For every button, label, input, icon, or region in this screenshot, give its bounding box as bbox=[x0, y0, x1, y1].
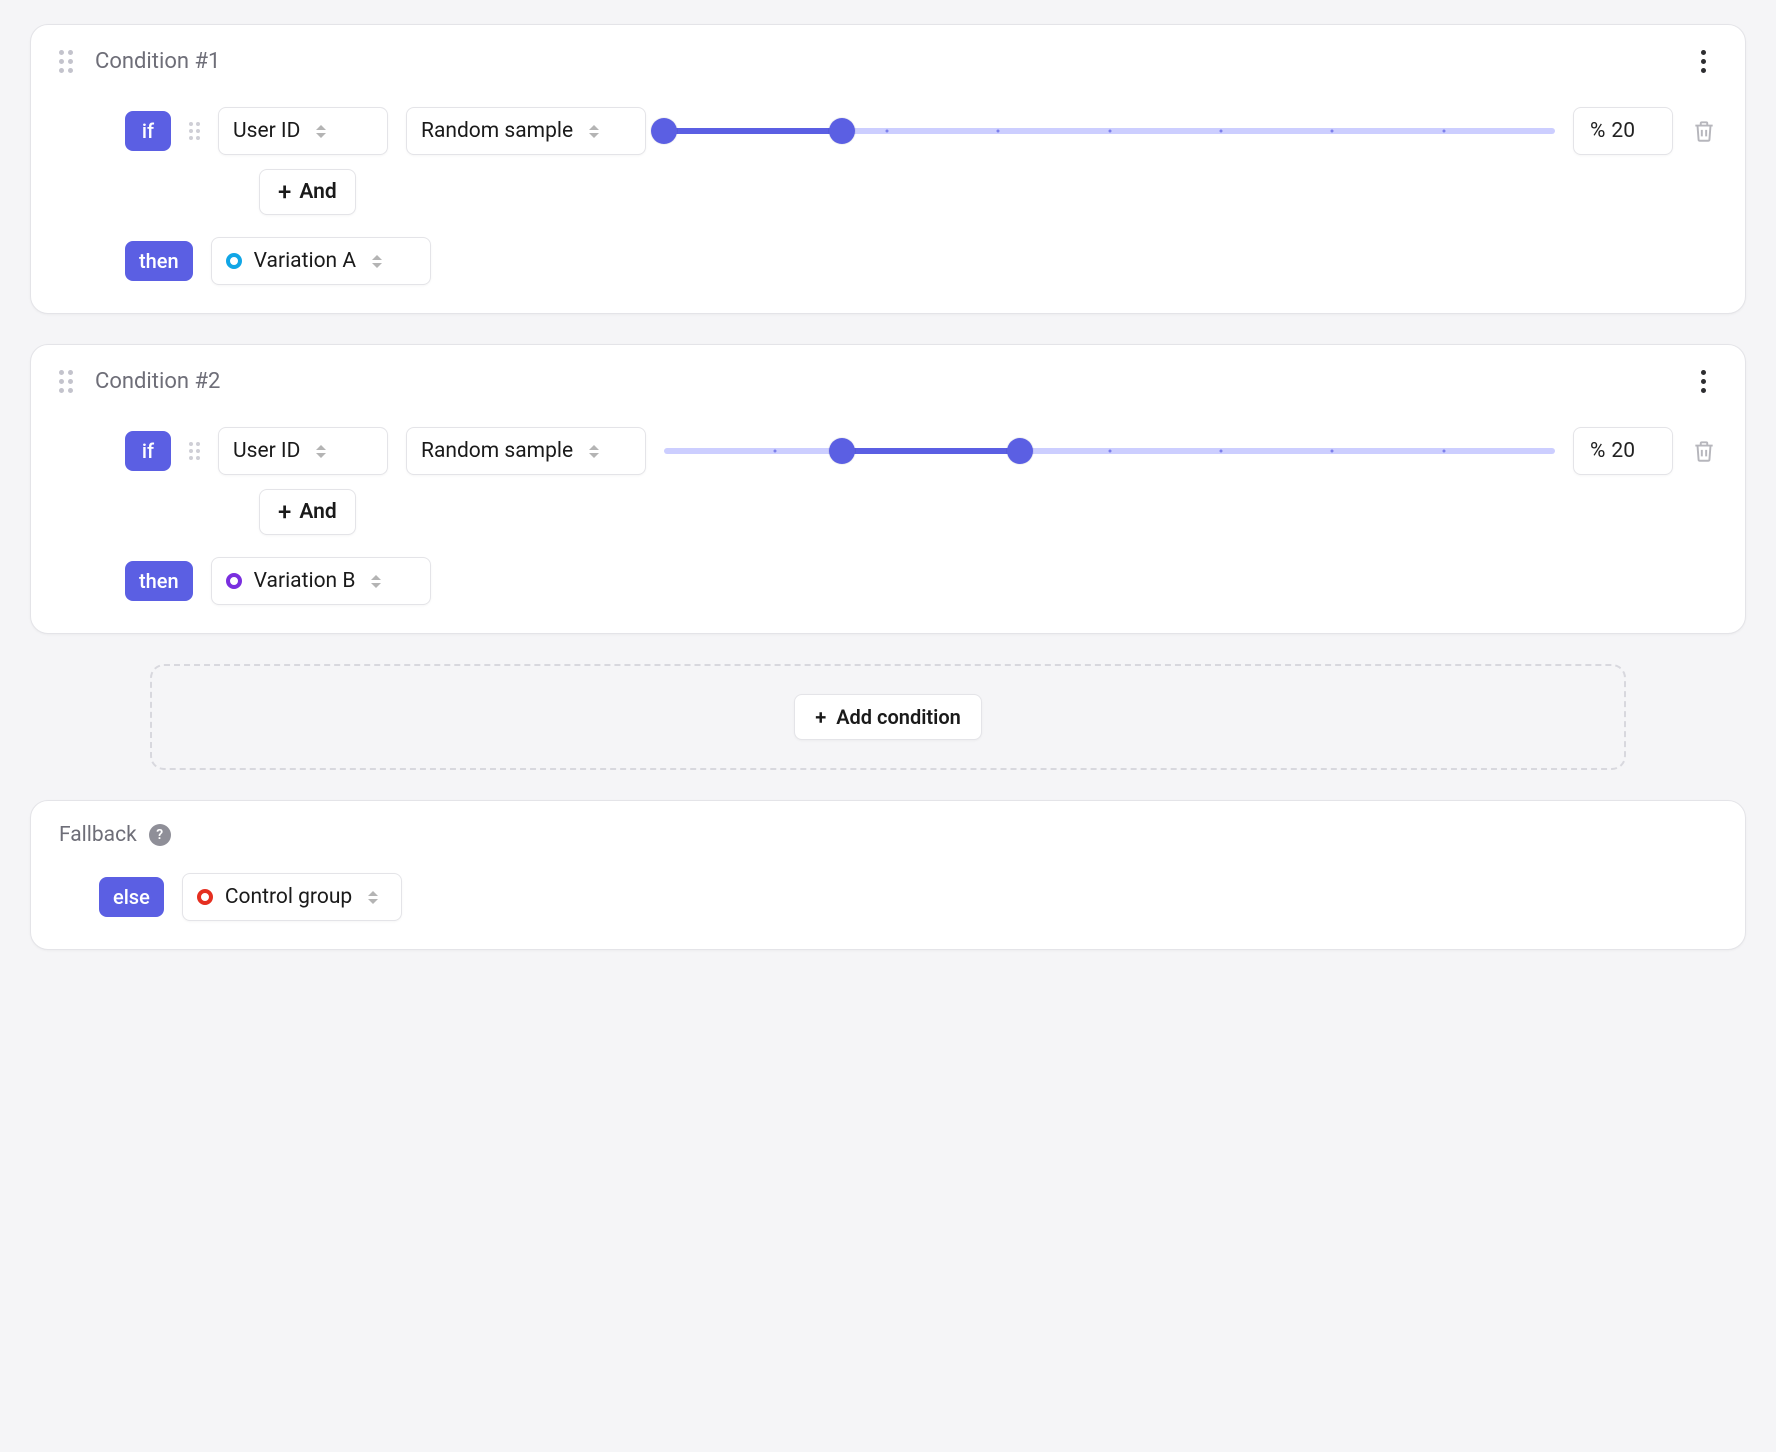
condition-header: Condition #2 bbox=[59, 367, 1717, 395]
range-handle-end[interactable] bbox=[829, 118, 855, 144]
range-handle-start[interactable] bbox=[829, 438, 855, 464]
chevron-updown-icon bbox=[589, 445, 599, 458]
range-handle-start[interactable] bbox=[651, 118, 677, 144]
condition-title: Condition #2 bbox=[95, 369, 220, 394]
fallback-title: Fallback bbox=[59, 823, 137, 847]
operator-select[interactable]: Random sample bbox=[406, 107, 646, 155]
variation-select[interactable]: Control group bbox=[182, 873, 402, 921]
condition-card: Condition #2 if User ID Random sample bbox=[30, 344, 1746, 634]
percent-prefix: % bbox=[1590, 119, 1605, 143]
attribute-label: User ID bbox=[233, 439, 300, 463]
variation-color-icon bbox=[226, 573, 242, 589]
add-and-label: And bbox=[299, 500, 336, 524]
operator-select[interactable]: Random sample bbox=[406, 427, 646, 475]
condition-title: Condition #1 bbox=[95, 49, 220, 74]
condition-card: Condition #1 if User ID Random sample bbox=[30, 24, 1746, 314]
chevron-updown-icon bbox=[368, 891, 378, 904]
percent-input[interactable]: % 20 bbox=[1573, 427, 1673, 475]
help-icon[interactable]: ? bbox=[149, 824, 171, 846]
variation-label: Variation A bbox=[254, 249, 356, 273]
trash-icon bbox=[1691, 118, 1717, 144]
chevron-updown-icon bbox=[316, 125, 326, 138]
else-pill: else bbox=[99, 877, 164, 917]
variation-select[interactable]: Variation B bbox=[211, 557, 431, 605]
chevron-updown-icon bbox=[316, 445, 326, 458]
rule-row: if User ID Random sample % 20 bbox=[59, 427, 1717, 475]
else-row: else Control group bbox=[59, 873, 1717, 921]
operator-label: Random sample bbox=[421, 119, 573, 143]
operator-label: Random sample bbox=[421, 439, 573, 463]
drag-handle-icon[interactable] bbox=[59, 50, 73, 73]
drag-handle-icon[interactable] bbox=[59, 370, 73, 393]
variation-label: Control group bbox=[225, 885, 352, 909]
add-condition-label: Add condition bbox=[836, 705, 961, 729]
add-and-button[interactable]: + And bbox=[259, 169, 356, 215]
variation-color-icon bbox=[226, 253, 242, 269]
percent-value: 20 bbox=[1611, 119, 1635, 143]
attribute-select[interactable]: User ID bbox=[218, 427, 388, 475]
attribute-select[interactable]: User ID bbox=[218, 107, 388, 155]
variation-color-icon bbox=[197, 889, 213, 905]
then-pill: then bbox=[125, 241, 193, 281]
range-slider[interactable] bbox=[664, 107, 1555, 155]
chevron-updown-icon bbox=[372, 255, 382, 268]
condition-header: Condition #1 bbox=[59, 47, 1717, 75]
then-row: then Variation B bbox=[59, 557, 1717, 605]
add-and-label: And bbox=[299, 180, 336, 204]
plus-icon: + bbox=[815, 705, 826, 729]
rule-row: if User ID Random sample bbox=[59, 107, 1717, 155]
fallback-card: Fallback ? else Control group bbox=[30, 800, 1746, 950]
drag-handle-icon[interactable] bbox=[189, 442, 200, 460]
delete-rule-button[interactable] bbox=[1691, 438, 1717, 464]
fallback-header: Fallback ? bbox=[59, 823, 1717, 847]
delete-rule-button[interactable] bbox=[1691, 118, 1717, 144]
trash-icon bbox=[1691, 438, 1717, 464]
add-condition-zone: + Add condition bbox=[150, 664, 1626, 770]
if-pill: if bbox=[125, 111, 171, 151]
chevron-updown-icon bbox=[371, 575, 381, 588]
range-handle-end[interactable] bbox=[1007, 438, 1033, 464]
range-slider[interactable] bbox=[664, 427, 1555, 475]
more-options-button[interactable] bbox=[1689, 47, 1717, 75]
if-pill: if bbox=[125, 431, 171, 471]
percent-value: 20 bbox=[1611, 439, 1635, 463]
more-options-button[interactable] bbox=[1689, 367, 1717, 395]
variation-select[interactable]: Variation A bbox=[211, 237, 431, 285]
add-condition-button[interactable]: + Add condition bbox=[794, 694, 982, 740]
then-row: then Variation A bbox=[59, 237, 1717, 285]
variation-label: Variation B bbox=[254, 569, 356, 593]
percent-prefix: % bbox=[1590, 439, 1605, 463]
chevron-updown-icon bbox=[589, 125, 599, 138]
percent-input[interactable]: % 20 bbox=[1573, 107, 1673, 155]
then-pill: then bbox=[125, 561, 193, 601]
attribute-label: User ID bbox=[233, 119, 300, 143]
plus-icon: + bbox=[278, 500, 291, 524]
drag-handle-icon[interactable] bbox=[189, 122, 200, 140]
plus-icon: + bbox=[278, 180, 291, 204]
add-and-button[interactable]: + And bbox=[259, 489, 356, 535]
